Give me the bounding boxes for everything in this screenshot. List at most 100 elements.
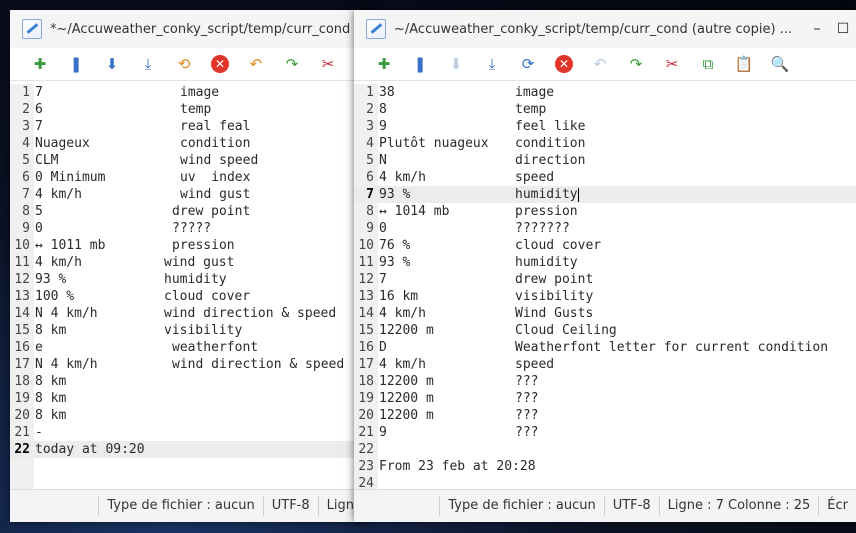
reload-icon[interactable]: ⟳ (510, 50, 546, 78)
editor-line[interactable]: 7 93 % humidity (354, 186, 856, 203)
line-label: wind direction & speed (164, 306, 337, 321)
editor-line[interactable]: 21- (10, 424, 370, 441)
text-editor-app-icon (22, 19, 42, 39)
line-label: ????? (172, 221, 212, 236)
text-area[interactable]: 1 7 image 2 6 temp 3 7 real feal 4 Nuageux conditio… (10, 84, 370, 490)
editor-line[interactable]: 14 N 4 km/h wind direction & speed (10, 305, 370, 322)
editor-line[interactable]: 11 93 % humidity (354, 254, 856, 271)
encoding-status[interactable]: UTF-8 (262, 496, 318, 516)
line-value: 6 (35, 102, 43, 117)
editor-line[interactable]: 5 Ndirection (354, 152, 856, 169)
cut-icon[interactable]: ✂ (654, 50, 690, 78)
new-file-icon[interactable]: ✚ (22, 50, 58, 78)
open-file-icon[interactable]: ❚ (58, 50, 94, 78)
toolbar: ✚ ❚ ⬇ ⤓ ⟳ ✕ ↶ ↷ ✂ ⧉ 📋 🔍 (354, 48, 856, 81)
editor-line[interactable]: 9 0????? (10, 220, 370, 237)
editor-window-back[interactable]: *~/Accuweather_conky_script/temp/curr_co… (10, 10, 370, 522)
search-icon[interactable]: 🔍 (762, 50, 798, 78)
titlebar[interactable]: *~/Accuweather_conky_script/temp/curr_co… (10, 10, 370, 48)
copy-icon[interactable]: ⧉ (690, 50, 726, 78)
maximize-button[interactable]: ☐ (830, 21, 856, 37)
editor-line[interactable]: 4 Nuageux condition (10, 135, 370, 152)
line-label: ??????? (515, 221, 570, 236)
editor-line[interactable]: 11 4 km/h wind gust (10, 254, 370, 271)
editor-line[interactable]: 6 4 km/h speed (354, 169, 856, 186)
editor-line[interactable]: 22 (354, 441, 856, 458)
redo-icon[interactable]: ↷ (274, 50, 310, 78)
insert-mode-status[interactable]: Écr (818, 496, 856, 516)
editor-line[interactable]: 20 8 km (10, 407, 370, 424)
undo-icon[interactable]: ↶ (582, 50, 618, 78)
editor-line[interactable]: 15 12200 m Cloud Ceiling (354, 322, 856, 339)
editor-line[interactable]: 8 5 drew point (10, 203, 370, 220)
editor-line[interactable]: 13 100 % cloud cover (10, 288, 370, 305)
editor-line[interactable]: 6 0 Minimum uv index (10, 169, 370, 186)
line-label: humidity (515, 187, 579, 202)
editor-line[interactable]: 18 12200 m??? (354, 373, 856, 390)
toolbar: ✚ ❚ ⬇ ⤓ ⟲ ✕ ↶ ↷ ✂ (10, 48, 370, 81)
editor-line[interactable]: 15 8 km visibility (10, 322, 370, 339)
close-file-icon[interactable]: ✕ (202, 50, 238, 78)
editor-line[interactable]: 23 From 23 feb at 20:28 (354, 458, 856, 475)
line-number: 18 (358, 374, 374, 389)
editor-line[interactable]: 17 N 4 km/h wind direction & speed (10, 356, 370, 373)
line-value: 4 km/h (379, 306, 426, 321)
encoding-status[interactable]: UTF-8 (603, 496, 659, 516)
save-as-icon[interactable]: ⤓ (130, 50, 166, 78)
editor-line[interactable]: 18 8 km (10, 373, 370, 390)
editor-line[interactable]: 21 9??? (354, 424, 856, 441)
line-number: 7 (366, 187, 374, 202)
editor-line[interactable]: 4 Plutôt nuageux condition (354, 135, 856, 152)
editor-window-front[interactable]: ~/Accuweather_conky_script/temp/curr_con… (354, 10, 856, 522)
editor-line[interactable]: 8 ↔ 1014 mb pression (354, 203, 856, 220)
editor-line[interactable]: 1 7 image (10, 84, 370, 101)
new-file-icon[interactable]: ✚ (366, 50, 402, 78)
editor-line[interactable]: 19 8 km (10, 390, 370, 407)
text-area[interactable]: 1 38 image 2 8 temp 3 9 feel like 4 Plutôt nuageux… (354, 84, 856, 490)
filetype-status[interactable]: Type de fichier : aucun (439, 496, 603, 516)
close-file-icon[interactable]: ✕ (546, 50, 582, 78)
line-value: 12200 m (379, 408, 434, 423)
editor-line[interactable]: 12 7 drew point (354, 271, 856, 288)
editor-line[interactable]: 13 16 km visibility (354, 288, 856, 305)
line-value: N 4 km/h (35, 357, 98, 372)
line-label: Weatherfont letter for current condition (515, 340, 829, 355)
cut-icon[interactable]: ✂ (310, 50, 346, 78)
editor-line[interactable]: 16 D Weatherfont letter for current condit… (354, 339, 856, 356)
paste-icon[interactable]: 📋 (726, 50, 762, 78)
editor-line[interactable]: 10 ↔ 1011 mb pression (10, 237, 370, 254)
editor-line[interactable]: 5 CLM wind speed (10, 152, 370, 169)
line-value: N 4 km/h (35, 306, 98, 321)
editor-line[interactable]: 7 4 km/h wind gust (10, 186, 370, 203)
reload-icon[interactable]: ⟲ (166, 50, 202, 78)
save-as-icon[interactable]: ⤓ (474, 50, 510, 78)
editor-line[interactable]: 3 9 feel like (354, 118, 856, 135)
editor-line[interactable]: 16 e weatherfont (10, 339, 370, 356)
titlebar[interactable]: ~/Accuweather_conky_script/temp/curr_con… (354, 10, 856, 48)
filetype-status[interactable]: Type de fichier : aucun (98, 496, 262, 516)
save-icon[interactable]: ⬇ (94, 50, 130, 78)
editor-line[interactable]: 12 93 % humidity (10, 271, 370, 288)
editor-line[interactable]: 24 (354, 475, 856, 490)
line-label: ??? (515, 408, 539, 423)
editor-line[interactable]: 2 8 temp (354, 101, 856, 118)
minimize-button[interactable]: – (804, 21, 830, 37)
editor-line[interactable]: 3 7 real feal (10, 118, 370, 135)
undo-icon[interactable]: ↶ (238, 50, 274, 78)
editor-line[interactable]: 1 38 image (354, 84, 856, 101)
editor-line[interactable]: 19 12200 m??? (354, 390, 856, 407)
editor-line[interactable]: 20 12200 m??? (354, 407, 856, 424)
open-file-icon[interactable]: ❚ (402, 50, 438, 78)
editor-line[interactable]: 22 today at 09:20 (10, 441, 370, 458)
editor-line[interactable]: 9 0??????? (354, 220, 856, 237)
line-number: 4 (366, 136, 374, 151)
save-icon[interactable]: ⬇ (438, 50, 474, 78)
text-cursor (577, 187, 579, 202)
line-label: pression (172, 238, 235, 253)
editor-line[interactable]: 2 6 temp (10, 101, 370, 118)
editor-line[interactable]: 10 76 % cloud cover (354, 237, 856, 254)
editor-line[interactable]: 14 4 km/h Wind Gusts (354, 305, 856, 322)
editor-line[interactable]: 17 4 km/h speed (354, 356, 856, 373)
redo-icon[interactable]: ↷ (618, 50, 654, 78)
line-number: 7 (22, 187, 30, 202)
